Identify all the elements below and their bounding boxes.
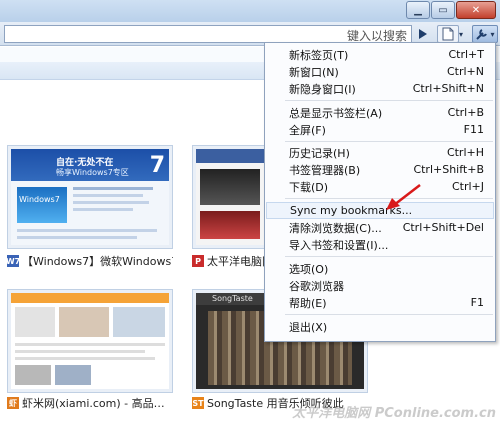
promo-image bbox=[15, 365, 51, 385]
windows7-logo: 7 bbox=[149, 153, 165, 178]
thumbnail-pconline[interactable] bbox=[192, 145, 268, 249]
promo-image bbox=[113, 307, 165, 337]
menu-item-shortcut: Ctrl+Shift+N bbox=[412, 82, 484, 95]
menu-item-shortcut: Ctrl+J bbox=[451, 180, 484, 193]
go-button[interactable] bbox=[415, 25, 431, 43]
promo-image bbox=[200, 211, 260, 239]
windows7-favicon-icon: W7 bbox=[7, 255, 21, 267]
menu-divider bbox=[285, 141, 493, 142]
menu-item-label: 书签管理器(B) bbox=[289, 163, 361, 177]
xiami-favicon-icon: 虾 bbox=[7, 397, 19, 409]
menu-item-label: 清除浏览数据(C)... bbox=[289, 221, 382, 235]
menu-item-label: 全屏(F) bbox=[289, 123, 326, 137]
annotation-arrow-icon bbox=[386, 184, 421, 210]
text-line bbox=[73, 208, 133, 211]
banner-subtext: 畅享Windows7专区 bbox=[56, 168, 129, 177]
page-icon bbox=[442, 27, 454, 41]
menu-item-label: 历史记录(H) bbox=[289, 146, 350, 160]
menu-item-new-tab[interactable]: 新标签页(T) Ctrl+T bbox=[266, 46, 494, 63]
play-icon bbox=[419, 29, 427, 39]
thumbnail-caption[interactable]: P 太平洋电脑网 bbox=[192, 253, 264, 269]
menu-item-label: 下载(D) bbox=[289, 180, 329, 194]
menu-item-shortcut: Ctrl+H bbox=[446, 146, 484, 159]
thumbnail-caption[interactable]: W7 【Windows7】微软Windows7… bbox=[7, 253, 173, 269]
text-line bbox=[17, 236, 137, 239]
chevron-down-icon: ▾ bbox=[490, 29, 495, 39]
wrench-menu-button[interactable]: ▾ bbox=[472, 25, 498, 43]
menu-item-sync-bookmarks[interactable]: Sync my bookmarks... bbox=[266, 202, 494, 219]
promo-logo: Windows7 bbox=[19, 195, 60, 204]
thumbnail-preview bbox=[196, 149, 264, 245]
thumbnail-xiami[interactable] bbox=[7, 289, 173, 393]
promo-image bbox=[200, 169, 260, 205]
thumbnail-preview: 自在·无处不在 畅享Windows7专区 7 Windows7 bbox=[11, 149, 169, 245]
page-body: Windows7 bbox=[11, 181, 169, 245]
text-line bbox=[15, 350, 145, 353]
menu-item-label: 总是显示书签栏(A) bbox=[289, 106, 383, 120]
menu-item-label: 新窗口(N) bbox=[289, 65, 339, 79]
menu-divider bbox=[285, 100, 493, 101]
menu-item-label: 新标签页(T) bbox=[289, 48, 349, 62]
menu-item-label: 选项(O) bbox=[289, 262, 329, 276]
address-bar[interactable]: 键入以搜索 bbox=[4, 25, 412, 43]
menu-divider bbox=[285, 256, 493, 257]
text-line bbox=[15, 343, 165, 346]
thumbnail-title: 【Windows7】微软Windows7… bbox=[22, 255, 173, 268]
site-header bbox=[11, 293, 169, 303]
menu-item-help[interactable]: 帮助(E) F1 bbox=[266, 294, 494, 311]
menu-item-import-bookmarks[interactable]: 导入书签和设置(I)... bbox=[266, 236, 494, 253]
menu-item-label: 退出(X) bbox=[289, 320, 328, 334]
menu-item-exit[interactable]: 退出(X) bbox=[266, 318, 494, 335]
maximize-button[interactable]: ▭ bbox=[431, 1, 455, 19]
promo-image bbox=[59, 307, 109, 337]
text-line bbox=[73, 194, 143, 197]
thumbnail-caption[interactable]: 虾 虾米网(xiami.com) - 高品… bbox=[7, 395, 173, 411]
text-line bbox=[73, 201, 149, 204]
menu-item-label: 导入书签和设置(I)... bbox=[289, 238, 389, 252]
site-header bbox=[196, 149, 264, 163]
thumbnail-title: 虾米网(xiami.com) - 高品… bbox=[22, 397, 165, 410]
menu-item-show-bookmarks-bar[interactable]: 总是显示书签栏(A) Ctrl+B bbox=[266, 104, 494, 121]
menu-item-clear-browsing-data[interactable]: 清除浏览数据(C)... Ctrl+Shift+Del bbox=[266, 219, 494, 236]
menu-item-bookmark-manager[interactable]: 书签管理器(B) Ctrl+Shift+B bbox=[266, 161, 494, 178]
thumbnail-title: 太平洋电脑网 bbox=[207, 255, 264, 268]
promo-image bbox=[17, 187, 67, 223]
menu-item-shortcut: F1 bbox=[470, 296, 484, 309]
menu-item-fullscreen[interactable]: 全屏(F) F11 bbox=[266, 121, 494, 138]
minimize-button[interactable]: ▁ bbox=[406, 1, 430, 19]
text-line bbox=[17, 229, 157, 232]
wrench-icon bbox=[476, 29, 488, 40]
menu-item-history[interactable]: 历史记录(H) Ctrl+H bbox=[266, 144, 494, 161]
menu-item-label: 新隐身窗口(I) bbox=[289, 82, 356, 96]
text-line bbox=[15, 357, 155, 360]
menu-item-options[interactable]: 选项(O) bbox=[266, 260, 494, 277]
menu-item-shortcut: Ctrl+Shift+B bbox=[413, 163, 484, 176]
menu-item-shortcut: F11 bbox=[463, 123, 484, 136]
watermark: 太平洋电脑网 PConline.com.cn bbox=[292, 406, 496, 421]
pconline-favicon-icon: P bbox=[192, 255, 204, 267]
promo-image bbox=[55, 365, 91, 385]
menu-item-label: 谷歌浏览器 bbox=[289, 279, 344, 293]
menu-item-shortcut: Ctrl+Shift+Del bbox=[402, 221, 484, 234]
menu-item-shortcut: Ctrl+B bbox=[447, 106, 484, 119]
menu-item-shortcut: Ctrl+N bbox=[446, 65, 484, 78]
title-bar: ▁ ▭ ✕ bbox=[0, 0, 500, 22]
text-line bbox=[73, 187, 153, 190]
menu-item-shortcut: Ctrl+T bbox=[448, 48, 484, 61]
menu-item-downloads[interactable]: 下载(D) Ctrl+J bbox=[266, 178, 494, 195]
menu-divider bbox=[285, 314, 493, 315]
site-logo: SongTaste bbox=[212, 294, 253, 303]
menu-item-label: 帮助(E) bbox=[289, 296, 327, 310]
window-controls: ▁ ▭ ✕ bbox=[405, 1, 496, 19]
promo-image bbox=[15, 307, 55, 337]
thumbnail-windows7[interactable]: 自在·无处不在 畅享Windows7专区 7 Windows7 bbox=[7, 145, 173, 249]
menu-item-new-window[interactable]: 新窗口(N) Ctrl+N bbox=[266, 63, 494, 80]
wrench-dropdown-menu: 新标签页(T) Ctrl+T 新窗口(N) Ctrl+N 新隐身窗口(I) Ct… bbox=[264, 42, 496, 342]
chevron-down-icon[interactable]: ▾ bbox=[456, 25, 466, 43]
close-button[interactable]: ✕ bbox=[456, 1, 496, 19]
thumbnail-preview bbox=[11, 293, 169, 389]
menu-item-new-incognito-window[interactable]: 新隐身窗口(I) Ctrl+Shift+N bbox=[266, 80, 494, 97]
songtaste-favicon-icon: ST bbox=[192, 397, 204, 409]
menu-item-about-chrome[interactable]: 谷歌浏览器 bbox=[266, 277, 494, 294]
